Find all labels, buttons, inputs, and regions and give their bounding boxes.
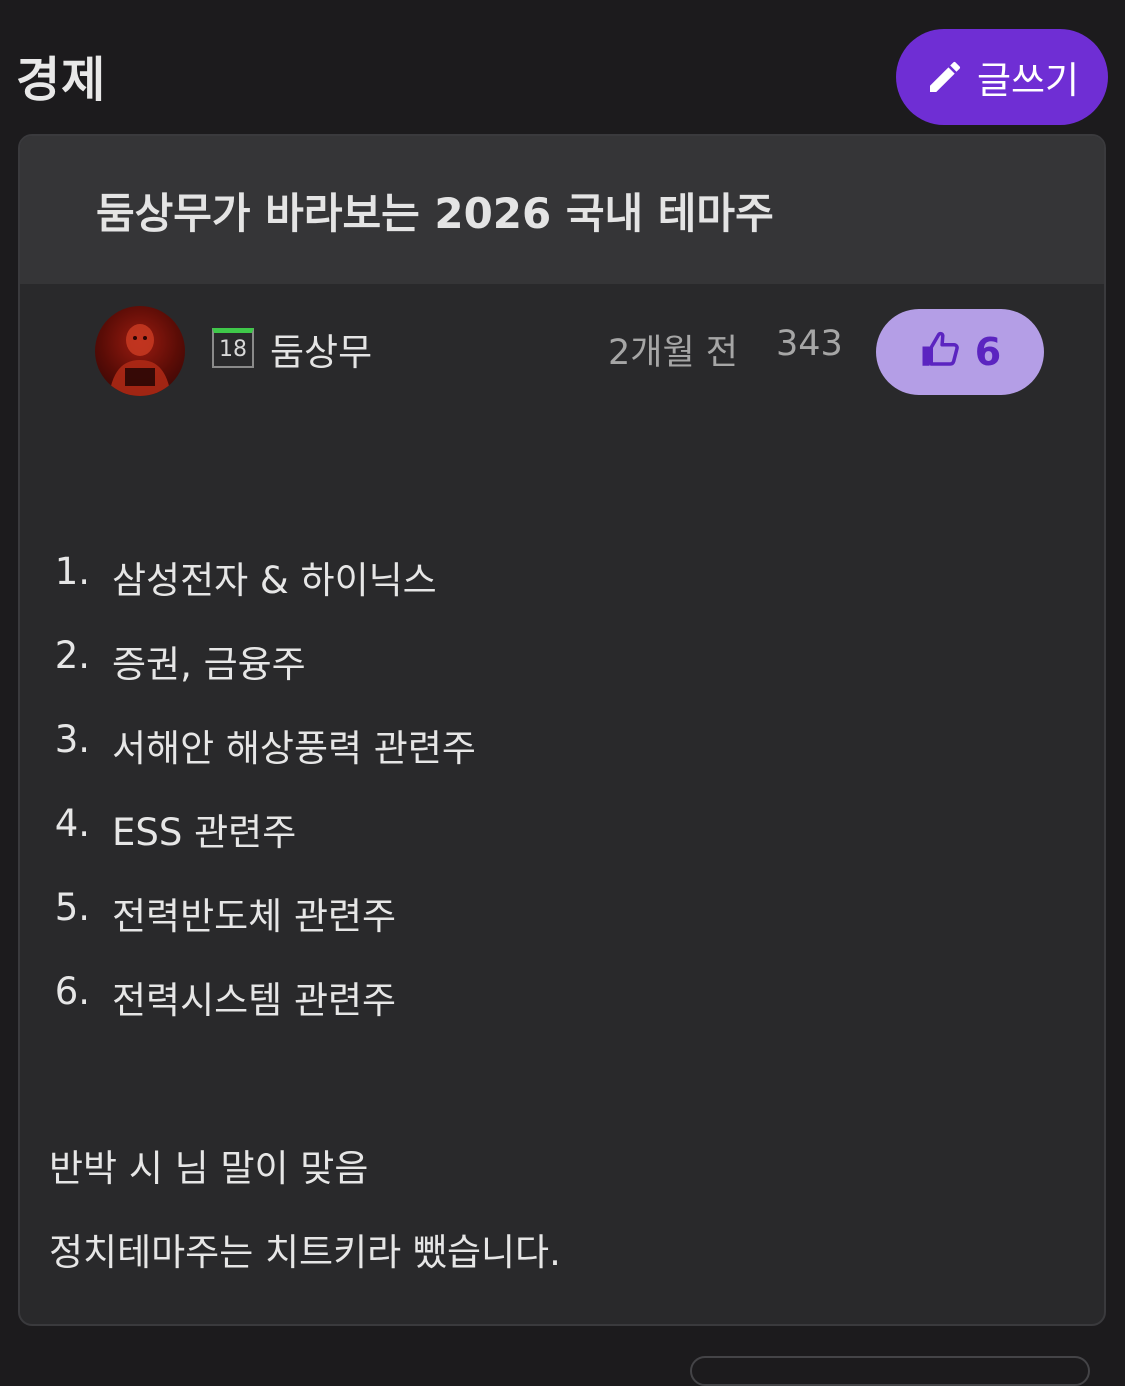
like-button[interactable]: 6 xyxy=(876,309,1044,395)
list-text: 삼성전자 & 하이닉스 xyxy=(112,559,437,602)
list-number: 3. xyxy=(54,718,90,761)
list-text: ESS 관련주 xyxy=(112,811,297,854)
post-time: 2개월 전 xyxy=(608,333,738,373)
list-text: 전력반도체 관련주 xyxy=(112,895,397,938)
list-number: 4. xyxy=(54,802,90,845)
like-count: 6 xyxy=(974,330,1002,374)
post-card: 둠상무가 바라보는 2026 국내 테마주 18 둠상무 2개월 전 343 6 xyxy=(18,134,1106,1326)
list-number: 5. xyxy=(54,886,90,929)
board-title: 경제 xyxy=(16,52,107,108)
list-number: 1. xyxy=(54,550,90,593)
write-button[interactable]: 글쓰기 xyxy=(896,29,1108,125)
list-number: 2. xyxy=(54,634,90,677)
top-bar: 경제 글쓰기 xyxy=(0,0,1125,135)
post-header: 둠상무가 바라보는 2026 국내 테마주 xyxy=(20,136,1104,284)
post-title: 둠상무가 바라보는 2026 국내 테마주 xyxy=(96,189,774,238)
body-paragraph: 반박 시 님 말이 맞음 xyxy=(49,1147,369,1190)
list-text: 전력시스템 관련주 xyxy=(112,979,397,1022)
list-text: 서해안 해상풍력 관련주 xyxy=(112,727,476,770)
avatar[interactable] xyxy=(95,306,185,396)
post-meta: 18 둠상무 2개월 전 343 6 xyxy=(20,284,1104,404)
bottom-toolbar xyxy=(690,1356,1090,1386)
level-badge: 18 xyxy=(212,328,254,368)
thumbs-up-icon xyxy=(919,329,961,375)
author-name[interactable]: 둠상무 xyxy=(270,322,372,376)
write-button-label: 글쓰기 xyxy=(976,59,1080,102)
list-text: 증권, 금융주 xyxy=(112,643,306,686)
pencil-icon xyxy=(925,57,965,97)
list-number: 6. xyxy=(54,970,90,1013)
body-paragraph: 정치테마주는 치트키라 뺐습니다. xyxy=(49,1231,561,1274)
view-count: 343 xyxy=(776,324,843,364)
